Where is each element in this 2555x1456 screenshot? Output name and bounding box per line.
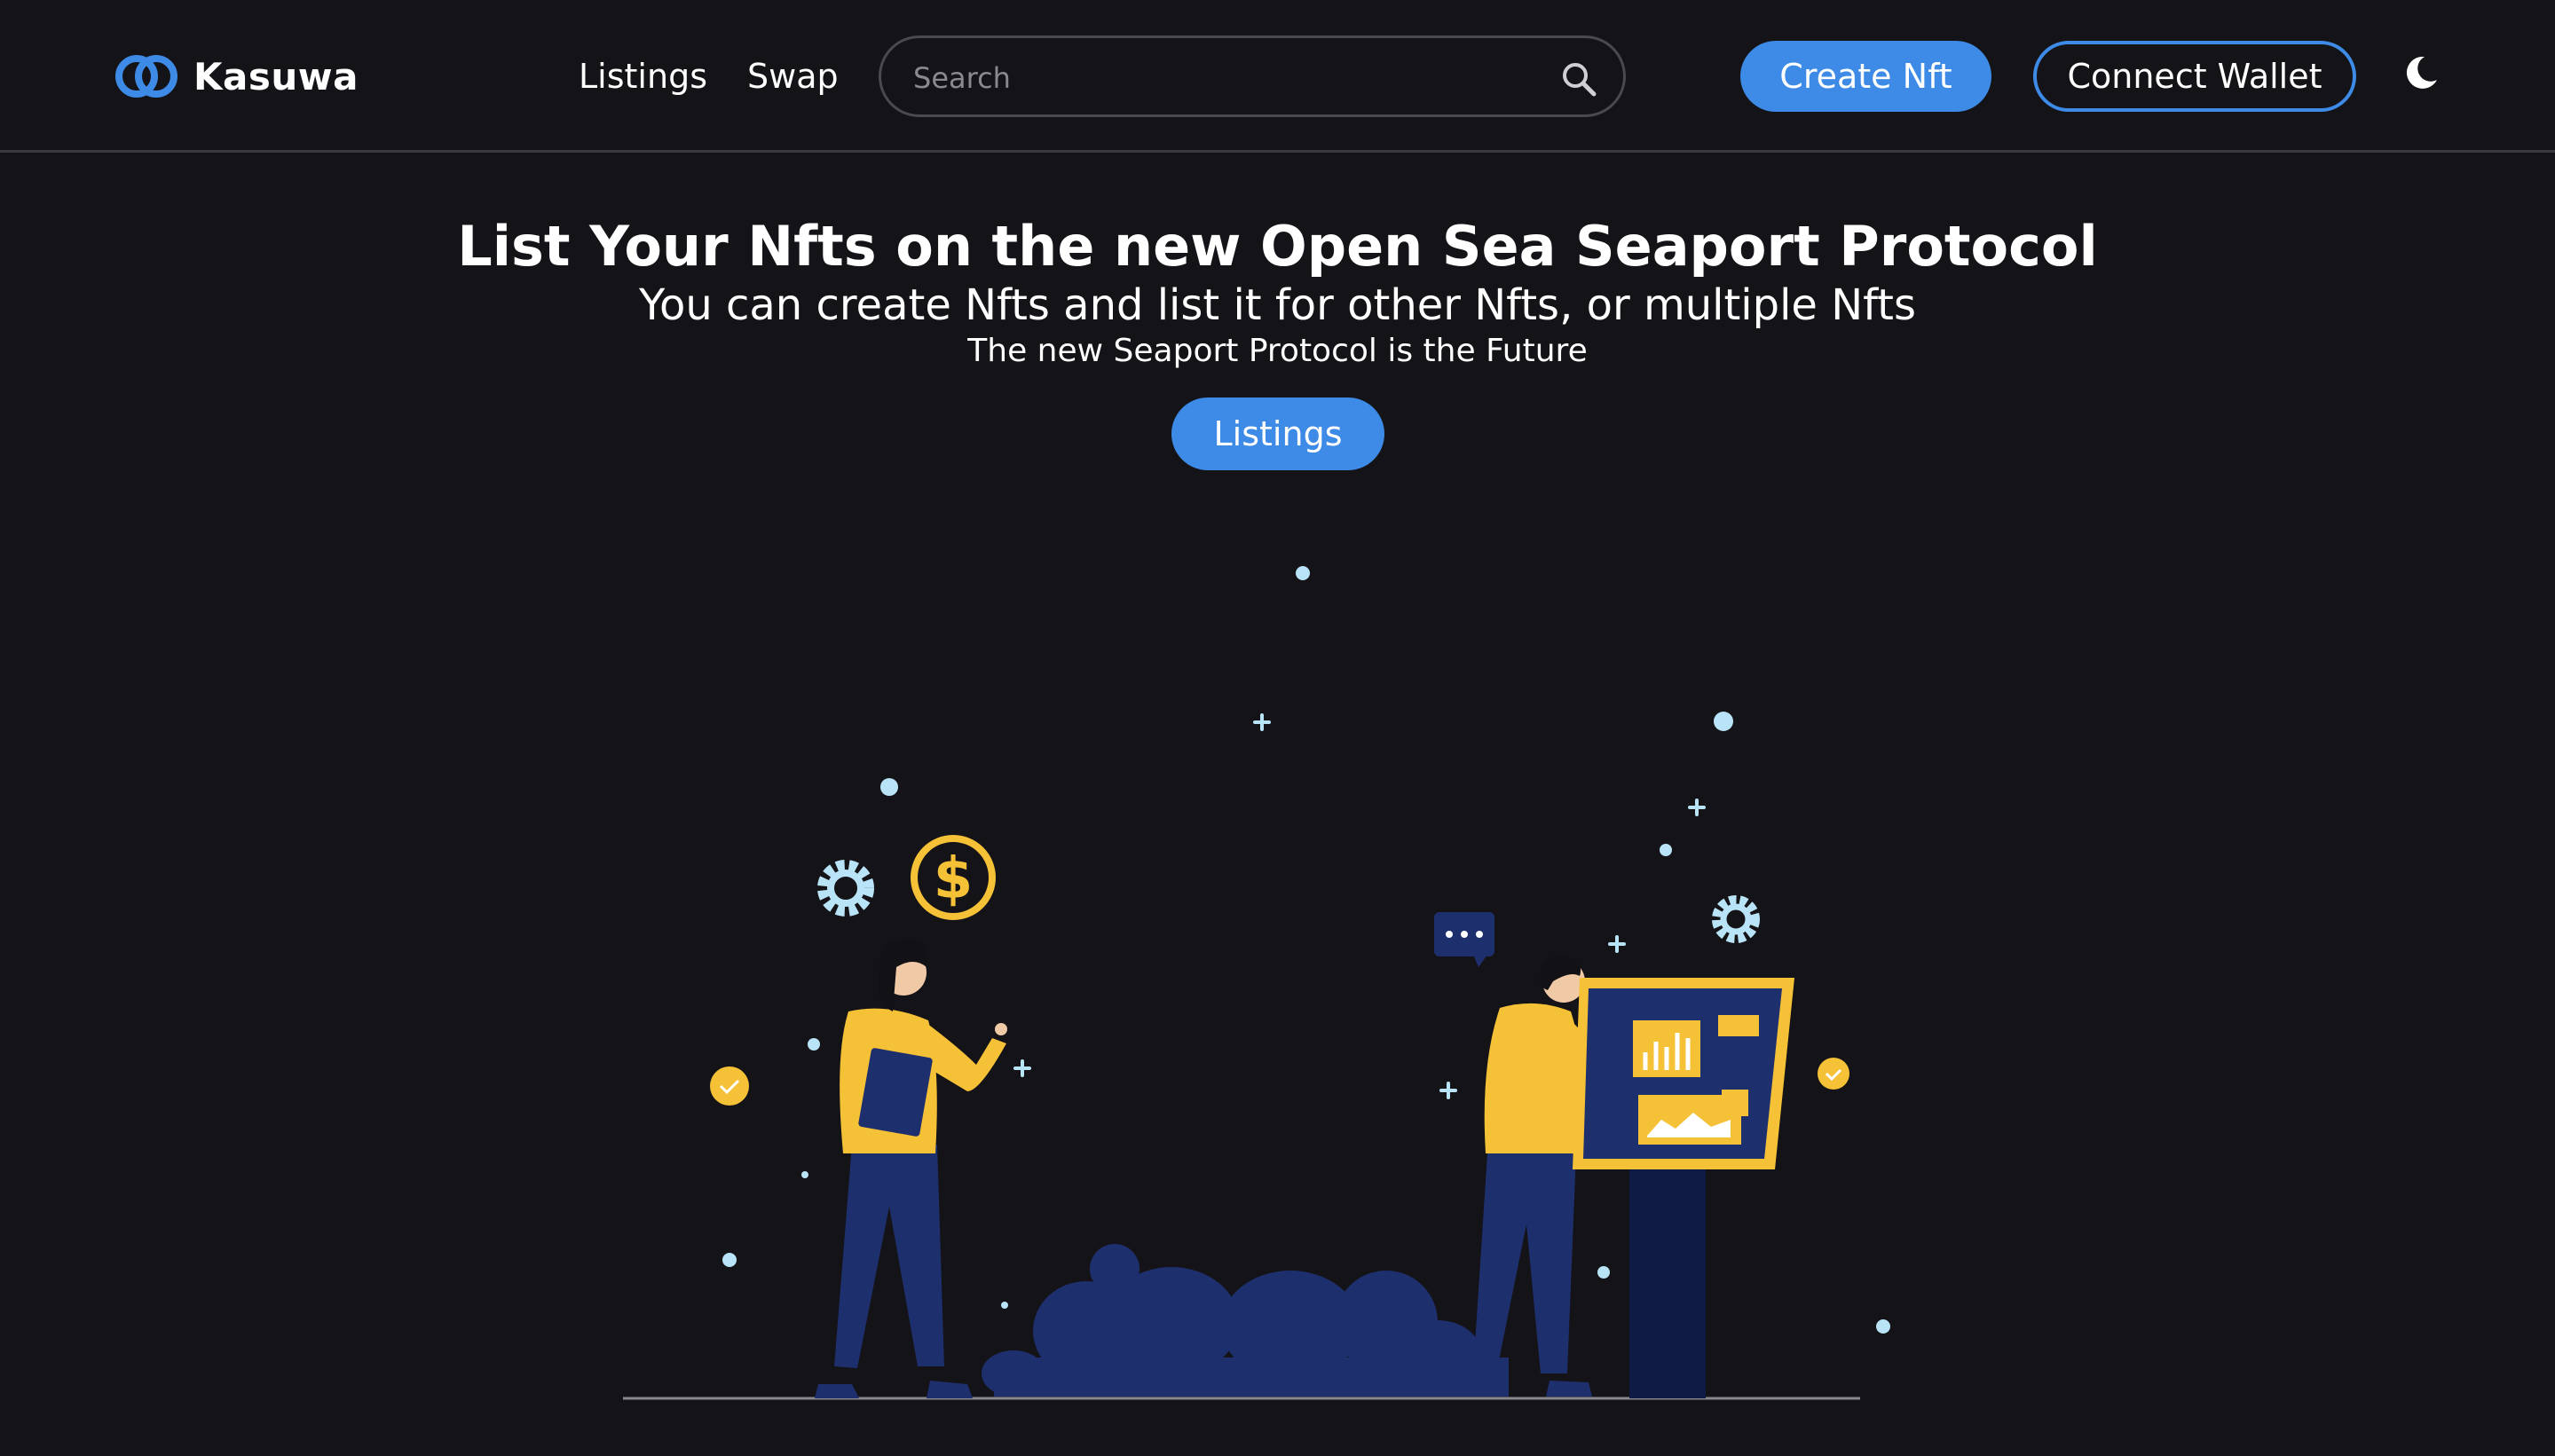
brand[interactable]: Kasuwa: [114, 50, 359, 103]
kiosk-screen: [1573, 978, 1794, 1398]
connect-wallet-button[interactable]: Connect Wallet: [2033, 41, 2356, 112]
nav-link-listings[interactable]: Listings: [579, 53, 707, 99]
dollar-coin-icon: $: [911, 835, 996, 920]
hero-title: List Your Nfts on the new Open Sea Seapo…: [457, 214, 2098, 279]
top-navbar: Kasuwa Listings Swap Create Nft Connect …: [0, 0, 2555, 153]
chat-bubble-icon: [1434, 912, 1494, 967]
gear-icon: [817, 860, 874, 917]
hero-tagline: The new Seaport Protocol is the Future: [967, 333, 1588, 369]
woman-figure: [815, 938, 1007, 1398]
gear-icon: [1712, 895, 1760, 943]
hero-listings-button[interactable]: Listings: [1171, 397, 1384, 470]
brand-name: Kasuwa: [193, 54, 359, 98]
create-nft-button[interactable]: Create Nft: [1740, 41, 1991, 112]
search-bar[interactable]: [879, 35, 1626, 117]
search-icon[interactable]: [1559, 59, 1598, 98]
check-badge-icon: [1818, 1058, 1849, 1090]
hero-subtitle: You can create Nfts and list it for othe…: [639, 280, 1916, 330]
interlocked-rings-logo-icon: [115, 55, 177, 98]
check-badge-icon: [710, 1066, 749, 1106]
nav-link-swap[interactable]: Swap: [747, 53, 839, 99]
svg-text:$: $: [934, 846, 974, 912]
search-input[interactable]: [911, 54, 1518, 102]
moon-icon[interactable]: [2401, 53, 2441, 92]
hero-illustration: $: [623, 566, 1890, 1400]
bush-shape: [982, 1244, 1509, 1397]
